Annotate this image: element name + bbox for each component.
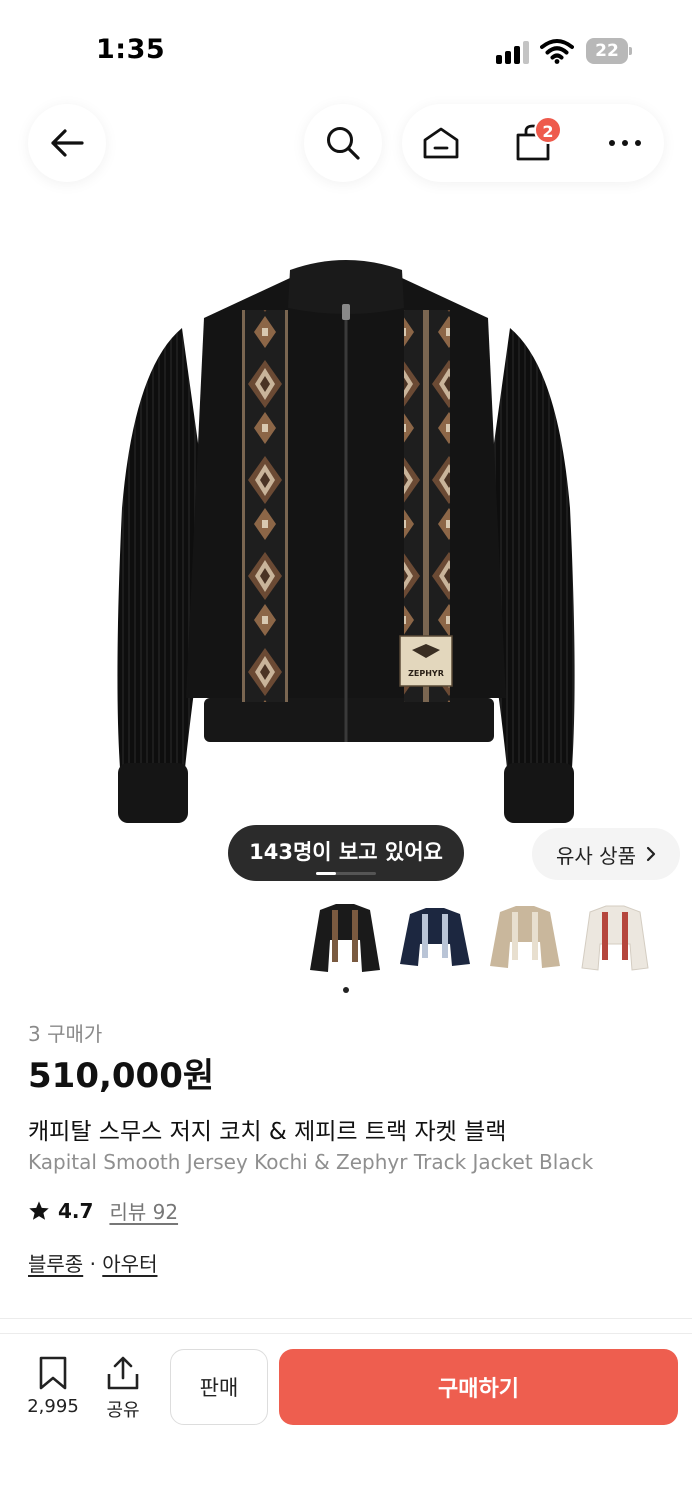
search-button[interactable]: [304, 104, 382, 182]
share-button[interactable]: 공유: [98, 1356, 148, 1422]
cart-count-badge: 2: [534, 116, 562, 144]
battery-icon: 22: [586, 38, 632, 64]
carousel-dot: [343, 987, 349, 993]
thumbnail-white-jacket[interactable]: [576, 900, 654, 978]
rating-row: 4.7 리뷰 92: [28, 1196, 178, 1225]
battery-level: 22: [595, 41, 619, 61]
arrow-left-icon: [51, 129, 84, 157]
divider: [0, 1318, 692, 1319]
thumbnail-navy-jacket[interactable]: [396, 900, 474, 978]
rating-value: 4.7: [58, 1198, 94, 1223]
star-icon: [29, 1200, 49, 1220]
status-time: 1:35: [96, 34, 166, 65]
share-icon: [107, 1356, 139, 1390]
product-title-english: Kapital Smooth Jersey Kochi & Zephyr Tra…: [28, 1150, 594, 1174]
nav-pill: [402, 104, 664, 182]
product-title-korean: 캐피탈 스무스 저지 코치 & 제피르 트랙 자켓 블랙: [28, 1119, 507, 1145]
purchase-count: 3 구매가: [28, 1022, 103, 1046]
category-breadcrumb: 블루종 · 아우터: [28, 1248, 157, 1277]
more-button[interactable]: [590, 104, 660, 182]
search-icon: [327, 127, 360, 160]
product-image[interactable]: ZEPHYR: [104, 258, 588, 836]
thumbnail-beige-jacket[interactable]: [486, 900, 564, 978]
bookmark-icon: [39, 1356, 67, 1390]
category-link-outer[interactable]: 아우터: [102, 1252, 157, 1276]
patch-text: ZEPHYR: [408, 669, 444, 678]
bookmark-count: 2,995: [27, 1396, 79, 1417]
share-label: 공유: [106, 1400, 140, 1421]
home-icon: [423, 127, 459, 159]
chevron-right-icon: [646, 846, 656, 862]
more-horizontal-icon: [609, 140, 641, 146]
divider: [0, 1333, 692, 1334]
category-separator: ·: [89, 1252, 96, 1276]
similar-products-button[interactable]: 유사 상품: [532, 828, 680, 880]
category-link-blouson[interactable]: 블루종: [28, 1252, 83, 1276]
wifi-icon: [540, 39, 574, 64]
carousel-progress-fill: [316, 872, 336, 875]
cart-button[interactable]: [498, 104, 568, 182]
home-button[interactable]: [406, 104, 476, 182]
back-button[interactable]: [28, 104, 106, 182]
buy-button[interactable]: 구매하기: [279, 1349, 678, 1425]
product-price: 510,000원: [28, 1056, 215, 1096]
thumbnail-black-jacket[interactable]: [306, 900, 384, 978]
carousel-progress: [316, 872, 376, 875]
status-bar: 1:35 22: [0, 0, 692, 100]
bookmark-button[interactable]: 2,995: [24, 1356, 82, 1417]
cellular-signal-icon: [496, 40, 532, 64]
similar-products-label: 유사 상품: [556, 843, 636, 868]
sell-button[interactable]: 판매: [170, 1349, 268, 1425]
review-link[interactable]: 리뷰 92: [109, 1196, 178, 1225]
